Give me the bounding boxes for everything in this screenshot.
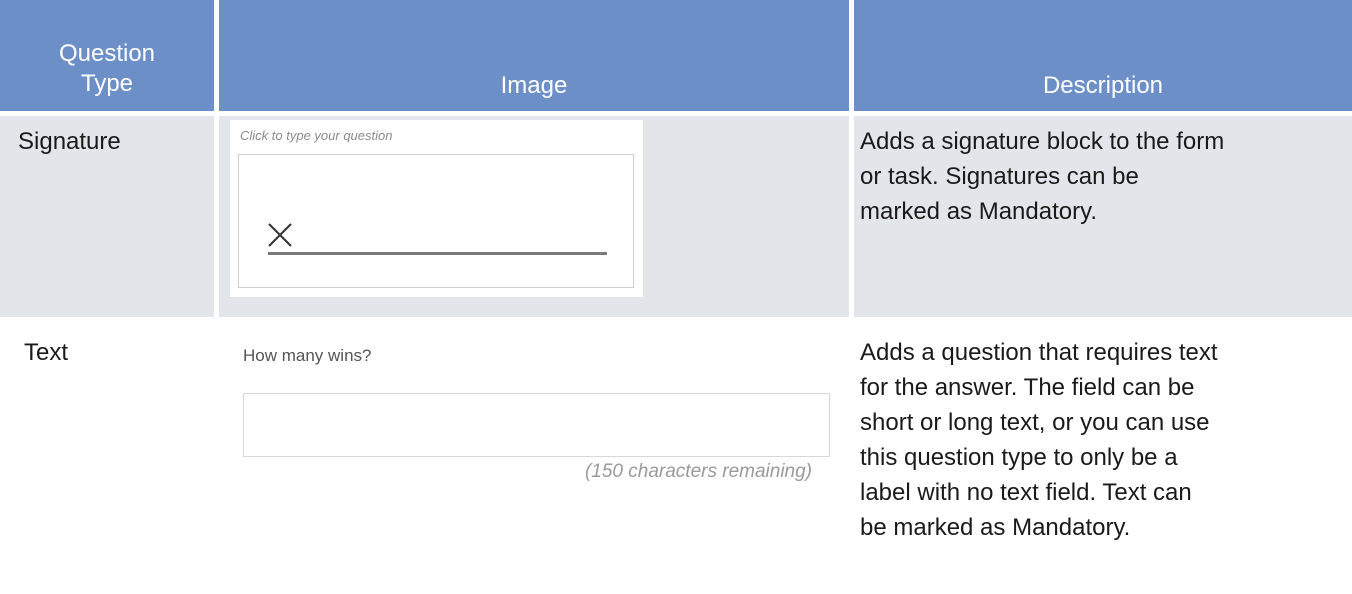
text-question-label: How many wins? (243, 346, 372, 365)
signature-box (238, 154, 634, 288)
description-cell: Adds a signature block to the form or ta… (854, 116, 1352, 317)
table-row: Signature Click to type your question Ad… (0, 116, 1352, 317)
type-cell: Signature (0, 116, 214, 317)
description-line: marked as Mandatory. (860, 198, 1097, 225)
characters-remaining: (150 characters remaining) (584, 461, 812, 482)
description-line: label with no text field. Text can (860, 479, 1192, 506)
header-type-line2: Type (80, 70, 134, 97)
description-line: for the answer. The field can be (860, 374, 1195, 401)
header-type-line1: Question (58, 40, 156, 67)
description-line: Adds a question that requires text (860, 339, 1218, 366)
signature-line (268, 252, 607, 255)
description-line: Adds a signature block to the form (860, 128, 1225, 155)
description-text: Adds a question that requires text for t… (860, 335, 1218, 545)
header-image-label: Image (500, 72, 568, 99)
header-description: Description (854, 0, 1352, 111)
signature-question-placeholder: Click to type your question (240, 128, 393, 143)
header-question-type: Question Type (0, 0, 214, 111)
description-line: be marked as Mandatory. (860, 514, 1131, 541)
close-x-icon (268, 223, 292, 247)
header-description-label: Description (1042, 72, 1164, 99)
description-text: Adds a signature block to the form or ta… (860, 124, 1224, 229)
description-line: or task. Signatures can be (860, 163, 1139, 190)
image-cell: Click to type your question (219, 116, 849, 317)
header-image: Image (219, 0, 849, 111)
description-line: short or long text, or you can use (860, 409, 1210, 436)
header-question-type-label: Question Type (0, 39, 214, 99)
type-label: Signature (18, 128, 121, 155)
signature-widget-image: Click to type your question (230, 120, 643, 297)
type-label: Text (24, 339, 69, 366)
description-line: this question type to only be a (860, 444, 1178, 471)
text-answer-field (243, 393, 830, 457)
table-header-row: Question Type Image Description (0, 0, 1352, 111)
